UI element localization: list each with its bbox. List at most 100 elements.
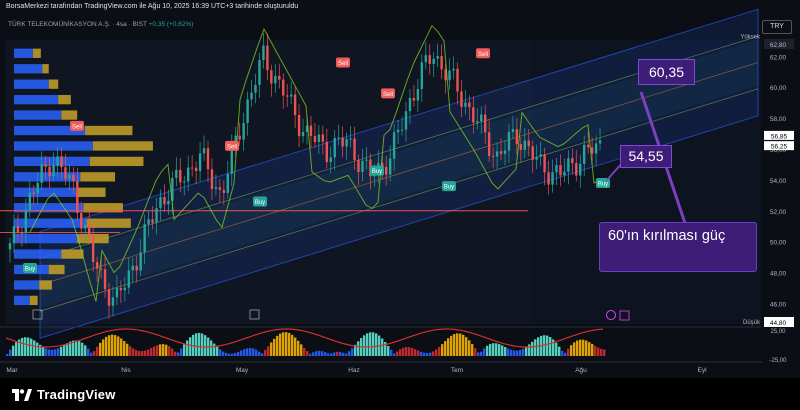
oscillator-bar (270, 342, 273, 356)
oscillator-bar (291, 334, 294, 356)
time-tick: Eyl (697, 367, 707, 374)
oscillator-bar (564, 352, 567, 356)
candle-body (313, 136, 317, 143)
candle-body (539, 154, 542, 157)
candle-body (16, 226, 20, 233)
price-change: +0,35 (+0,62%) (148, 21, 194, 28)
oscillator-bar (306, 351, 309, 356)
oscillator-bar (285, 332, 288, 356)
oscillator-bar (465, 337, 468, 356)
candle-body (60, 156, 63, 168)
oscillator-bar (261, 353, 264, 356)
oscillator-bar (252, 348, 255, 356)
oscillator-bar (189, 337, 192, 356)
oscillator-bar (213, 343, 216, 356)
oscillator-bar (393, 353, 396, 356)
oscillator-bar (585, 340, 588, 356)
volume-profile-bar-down (14, 295, 30, 306)
candle-body (484, 114, 487, 133)
oscillator-bar (210, 340, 213, 356)
volume-profile-bar-up (42, 64, 49, 74)
oscillator-bar (174, 351, 177, 356)
candle-body (36, 182, 39, 194)
oscillator-bar (375, 333, 378, 356)
oscillator-bar (240, 350, 243, 356)
oscillator-bar (225, 353, 228, 356)
candle-body (436, 56, 439, 59)
oscillator-bar (330, 353, 333, 356)
candle-body (337, 137, 340, 139)
oscillator-bar (534, 339, 537, 356)
oscillator-bar (15, 342, 18, 356)
oscillator-bar (324, 352, 327, 356)
sell-signal-label: Sell (338, 61, 348, 67)
candle-body (194, 167, 198, 172)
currency-badge[interactable]: TRY (762, 20, 792, 34)
oscillator-bar (90, 352, 93, 356)
candle-body (24, 209, 28, 234)
oscillator-bar (525, 346, 528, 356)
oscillator-bar (6, 354, 9, 356)
oscillator-bar (348, 351, 351, 356)
oscillator-bar (387, 345, 390, 356)
candle-body (183, 181, 186, 183)
oscillator-bar (447, 338, 450, 356)
oscillator-bar (351, 348, 354, 356)
oscillator-bar (588, 342, 591, 356)
level-low-callout: 54,55 (620, 145, 672, 168)
oscillator-bar (276, 335, 279, 356)
oscillator-bar (318, 350, 321, 356)
volume-profile-bar-down (14, 141, 93, 151)
oscillator-bar (159, 344, 162, 356)
candle-body (258, 60, 261, 85)
price-chart[interactable]: Sell Buy Buy Sell Sell Buy Sell Sell Buy Buy 62,80… (0, 0, 800, 378)
oscillator-bar (399, 349, 402, 356)
oscillator-bar (24, 337, 27, 356)
oscillator-bar (66, 343, 69, 356)
analysis-note: 60'ın kırılması güç (599, 222, 757, 272)
oscillator-bar (42, 346, 45, 356)
candle-body (476, 121, 479, 123)
oscillator-bar (444, 341, 447, 356)
oscillator-bar (372, 332, 375, 356)
candle-body (353, 138, 356, 161)
volume-profile-bar-up (92, 141, 153, 151)
oscillator-bar (429, 352, 432, 356)
candle-body (575, 163, 578, 176)
oscillator-bar (243, 349, 246, 356)
oscillator-bar (51, 349, 54, 356)
oscillator-bar (96, 346, 99, 356)
price-tick: 54,00 (770, 178, 787, 185)
oscillator-bar (78, 341, 81, 356)
candle-body (400, 129, 404, 131)
oscillator-bar (75, 340, 78, 356)
tradingview-logo[interactable]: TradingView (12, 387, 116, 402)
oscillator-bar (573, 342, 576, 356)
oscillator-bar (258, 351, 261, 356)
candle-body (270, 70, 273, 84)
candle-body (396, 129, 400, 133)
oscillator-bar (102, 339, 105, 356)
time-tick: Haz (348, 367, 360, 374)
oscillator-bar (117, 336, 120, 356)
candle-body (254, 84, 257, 93)
candle-body (432, 58, 435, 64)
candle-body (52, 165, 55, 177)
candle-body (135, 265, 138, 271)
oscillator-bar (147, 349, 150, 356)
candle-body (448, 70, 451, 81)
candle-body (499, 151, 503, 154)
oscillator-bar (492, 343, 495, 356)
candle-body (404, 111, 408, 130)
oscillator-bar (501, 345, 504, 356)
time-tick: Nis (121, 367, 131, 374)
candle-body (187, 167, 190, 182)
oscillator-bar (468, 340, 471, 356)
candle-body (543, 154, 546, 173)
oscillator-bar (309, 353, 312, 356)
oscillator-bar (87, 348, 90, 356)
candle-body (274, 75, 277, 84)
oscillator-bar (369, 332, 372, 356)
low-label: Düşük (743, 320, 761, 326)
candle-body (392, 132, 396, 159)
